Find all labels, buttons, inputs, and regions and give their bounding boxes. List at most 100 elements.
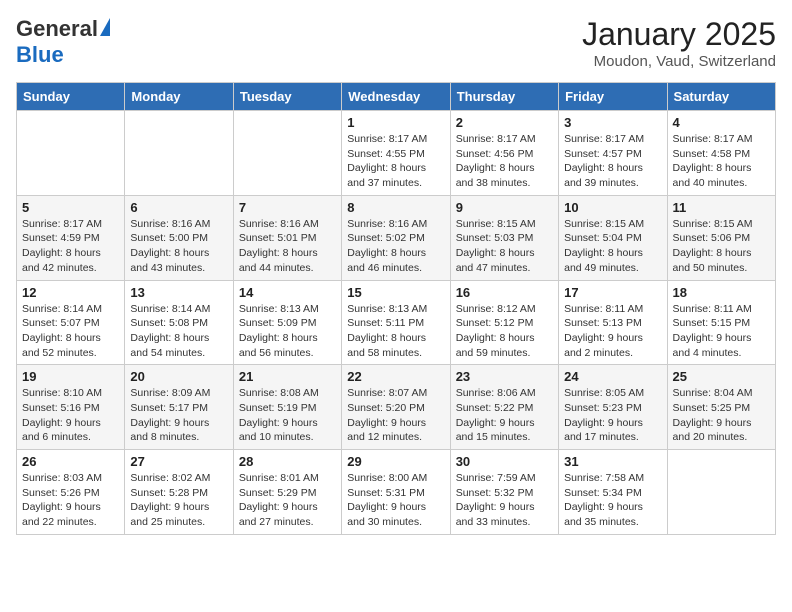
day-info: Sunrise: 8:17 AM Sunset: 4:56 PM Dayligh… — [456, 132, 553, 191]
day-number: 2 — [456, 115, 553, 130]
day-number: 28 — [239, 454, 336, 469]
calendar-cell: 19 Sunrise: 8:10 AM Sunset: 5:16 PM Dayli… — [17, 365, 125, 450]
day-number: 12 — [22, 285, 119, 300]
day-number: 23 — [456, 369, 553, 384]
day-of-week-header: Tuesday — [233, 83, 341, 111]
day-info: Sunrise: 8:08 AM Sunset: 5:19 PM Dayligh… — [239, 386, 336, 445]
day-number: 14 — [239, 285, 336, 300]
day-number: 1 — [347, 115, 444, 130]
day-number: 9 — [456, 200, 553, 215]
page-header: General Blue January 2025 Moudon, Vaud, … — [16, 16, 776, 70]
calendar-cell: 6 Sunrise: 8:16 AM Sunset: 5:00 PM Daylig… — [125, 195, 233, 280]
day-number: 5 — [22, 200, 119, 215]
calendar-cell: 12 Sunrise: 8:14 AM Sunset: 5:07 PM Dayli… — [17, 280, 125, 365]
day-number: 31 — [564, 454, 661, 469]
calendar-cell — [125, 111, 233, 196]
day-of-week-header: Sunday — [17, 83, 125, 111]
calendar-cell: 10Sunrise: 8:15 AM Sunset: 5:04 PM Dayli… — [559, 195, 667, 280]
day-number: 30 — [456, 454, 553, 469]
day-info: Sunrise: 8:17 AM Sunset: 4:58 PM Dayligh… — [673, 132, 770, 191]
calendar-cell: 3 Sunrise: 8:17 AM Sunset: 4:57 PM Daylig… — [559, 111, 667, 196]
calendar-cell: 5 Sunrise: 8:17 AM Sunset: 4:59 PM Daylig… — [17, 195, 125, 280]
day-info: Sunrise: 8:15 AM Sunset: 5:04 PM Dayligh… — [564, 217, 661, 276]
day-info: Sunrise: 7:59 AM Sunset: 5:32 PM Dayligh… — [456, 471, 553, 530]
day-info: Sunrise: 8:17 AM Sunset: 4:57 PM Dayligh… — [564, 132, 661, 191]
calendar-cell: 13Sunrise: 8:14 AM Sunset: 5:08 PM Dayli… — [125, 280, 233, 365]
calendar-cell: 9Sunrise: 8:15 AM Sunset: 5:03 PM Daylig… — [450, 195, 558, 280]
calendar-cell: 26 Sunrise: 8:03 AM Sunset: 5:26 PM Dayli… — [17, 450, 125, 535]
calendar-cell: 30 Sunrise: 7:59 AM Sunset: 5:32 PM Dayli… — [450, 450, 558, 535]
day-info: Sunrise: 8:03 AM Sunset: 5:26 PM Dayligh… — [22, 471, 119, 530]
day-number: 17 — [564, 285, 661, 300]
day-info: Sunrise: 8:10 AM Sunset: 5:16 PM Dayligh… — [22, 386, 119, 445]
day-number: 22 — [347, 369, 444, 384]
day-info: Sunrise: 8:14 AM Sunset: 5:08 PM Dayligh… — [130, 302, 227, 361]
day-info: Sunrise: 8:12 AM Sunset: 5:12 PM Dayligh… — [456, 302, 553, 361]
day-number: 24 — [564, 369, 661, 384]
calendar-week-row: 5 Sunrise: 8:17 AM Sunset: 4:59 PM Daylig… — [17, 195, 776, 280]
day-info: Sunrise: 8:00 AM Sunset: 5:31 PM Dayligh… — [347, 471, 444, 530]
day-number: 4 — [673, 115, 770, 130]
day-number: 26 — [22, 454, 119, 469]
calendar-cell: 24 Sunrise: 8:05 AM Sunset: 5:23 PM Dayli… — [559, 365, 667, 450]
calendar-cell: 11 Sunrise: 8:15 AM Sunset: 5:06 PM Dayli… — [667, 195, 775, 280]
location-text: Moudon, Vaud, Switzerland — [582, 53, 776, 70]
day-number: 18 — [673, 285, 770, 300]
calendar-week-row: 26 Sunrise: 8:03 AM Sunset: 5:26 PM Dayli… — [17, 450, 776, 535]
logo: General Blue — [16, 16, 110, 68]
calendar-cell — [233, 111, 341, 196]
day-number: 11 — [673, 200, 770, 215]
calendar-cell: 7Sunrise: 8:16 AM Sunset: 5:01 PM Daylig… — [233, 195, 341, 280]
calendar-cell: 18 Sunrise: 8:11 AM Sunset: 5:15 PM Dayli… — [667, 280, 775, 365]
calendar-cell: 31Sunrise: 7:58 AM Sunset: 5:34 PM Dayli… — [559, 450, 667, 535]
calendar-cell: 17 Sunrise: 8:11 AM Sunset: 5:13 PM Dayli… — [559, 280, 667, 365]
day-number: 8 — [347, 200, 444, 215]
calendar-cell: 4 Sunrise: 8:17 AM Sunset: 4:58 PM Daylig… — [667, 111, 775, 196]
calendar-cell: 20Sunrise: 8:09 AM Sunset: 5:17 PM Dayli… — [125, 365, 233, 450]
calendar-week-row: 19 Sunrise: 8:10 AM Sunset: 5:16 PM Dayli… — [17, 365, 776, 450]
calendar-cell: 1Sunrise: 8:17 AM Sunset: 4:55 PM Daylig… — [342, 111, 450, 196]
calendar-week-row: 12 Sunrise: 8:14 AM Sunset: 5:07 PM Dayli… — [17, 280, 776, 365]
day-info: Sunrise: 8:05 AM Sunset: 5:23 PM Dayligh… — [564, 386, 661, 445]
day-info: Sunrise: 8:16 AM Sunset: 5:00 PM Dayligh… — [130, 217, 227, 276]
day-info: Sunrise: 8:16 AM Sunset: 5:01 PM Dayligh… — [239, 217, 336, 276]
day-info: Sunrise: 8:11 AM Sunset: 5:13 PM Dayligh… — [564, 302, 661, 361]
day-number: 6 — [130, 200, 227, 215]
day-number: 19 — [22, 369, 119, 384]
day-number: 25 — [673, 369, 770, 384]
calendar-cell: 25 Sunrise: 8:04 AM Sunset: 5:25 PM Dayli… — [667, 365, 775, 450]
day-number: 27 — [130, 454, 227, 469]
logo-triangle-icon — [100, 18, 110, 36]
day-info: Sunrise: 8:17 AM Sunset: 4:59 PM Dayligh… — [22, 217, 119, 276]
logo-general-text: General — [16, 16, 98, 42]
day-number: 21 — [239, 369, 336, 384]
calendar-cell: 14 Sunrise: 8:13 AM Sunset: 5:09 PM Dayli… — [233, 280, 341, 365]
day-info: Sunrise: 8:15 AM Sunset: 5:06 PM Dayligh… — [673, 217, 770, 276]
calendar-cell: 27 Sunrise: 8:02 AM Sunset: 5:28 PM Dayli… — [125, 450, 233, 535]
day-number: 3 — [564, 115, 661, 130]
day-number: 20 — [130, 369, 227, 384]
day-info: Sunrise: 8:14 AM Sunset: 5:07 PM Dayligh… — [22, 302, 119, 361]
calendar-cell — [17, 111, 125, 196]
day-info: Sunrise: 8:16 AM Sunset: 5:02 PM Dayligh… — [347, 217, 444, 276]
calendar-cell: 15 Sunrise: 8:13 AM Sunset: 5:11 PM Dayli… — [342, 280, 450, 365]
day-of-week-header: Monday — [125, 83, 233, 111]
day-of-week-header: Thursday — [450, 83, 558, 111]
calendar-cell: 16 Sunrise: 8:12 AM Sunset: 5:12 PM Dayli… — [450, 280, 558, 365]
day-info: Sunrise: 8:13 AM Sunset: 5:09 PM Dayligh… — [239, 302, 336, 361]
day-info: Sunrise: 8:13 AM Sunset: 5:11 PM Dayligh… — [347, 302, 444, 361]
day-number: 15 — [347, 285, 444, 300]
day-info: Sunrise: 8:11 AM Sunset: 5:15 PM Dayligh… — [673, 302, 770, 361]
day-of-week-header: Wednesday — [342, 83, 450, 111]
calendar-cell: 28Sunrise: 8:01 AM Sunset: 5:29 PM Dayli… — [233, 450, 341, 535]
calendar-table: SundayMondayTuesdayWednesdayThursdayFrid… — [16, 82, 776, 535]
day-of-week-header: Saturday — [667, 83, 775, 111]
day-number: 16 — [456, 285, 553, 300]
month-title: January 2025 — [582, 16, 776, 53]
day-info: Sunrise: 8:06 AM Sunset: 5:22 PM Dayligh… — [456, 386, 553, 445]
calendar-cell: 2 Sunrise: 8:17 AM Sunset: 4:56 PM Daylig… — [450, 111, 558, 196]
calendar-cell: 8 Sunrise: 8:16 AM Sunset: 5:02 PM Daylig… — [342, 195, 450, 280]
day-info: Sunrise: 8:02 AM Sunset: 5:28 PM Dayligh… — [130, 471, 227, 530]
day-info: Sunrise: 8:07 AM Sunset: 5:20 PM Dayligh… — [347, 386, 444, 445]
day-info: Sunrise: 8:04 AM Sunset: 5:25 PM Dayligh… — [673, 386, 770, 445]
